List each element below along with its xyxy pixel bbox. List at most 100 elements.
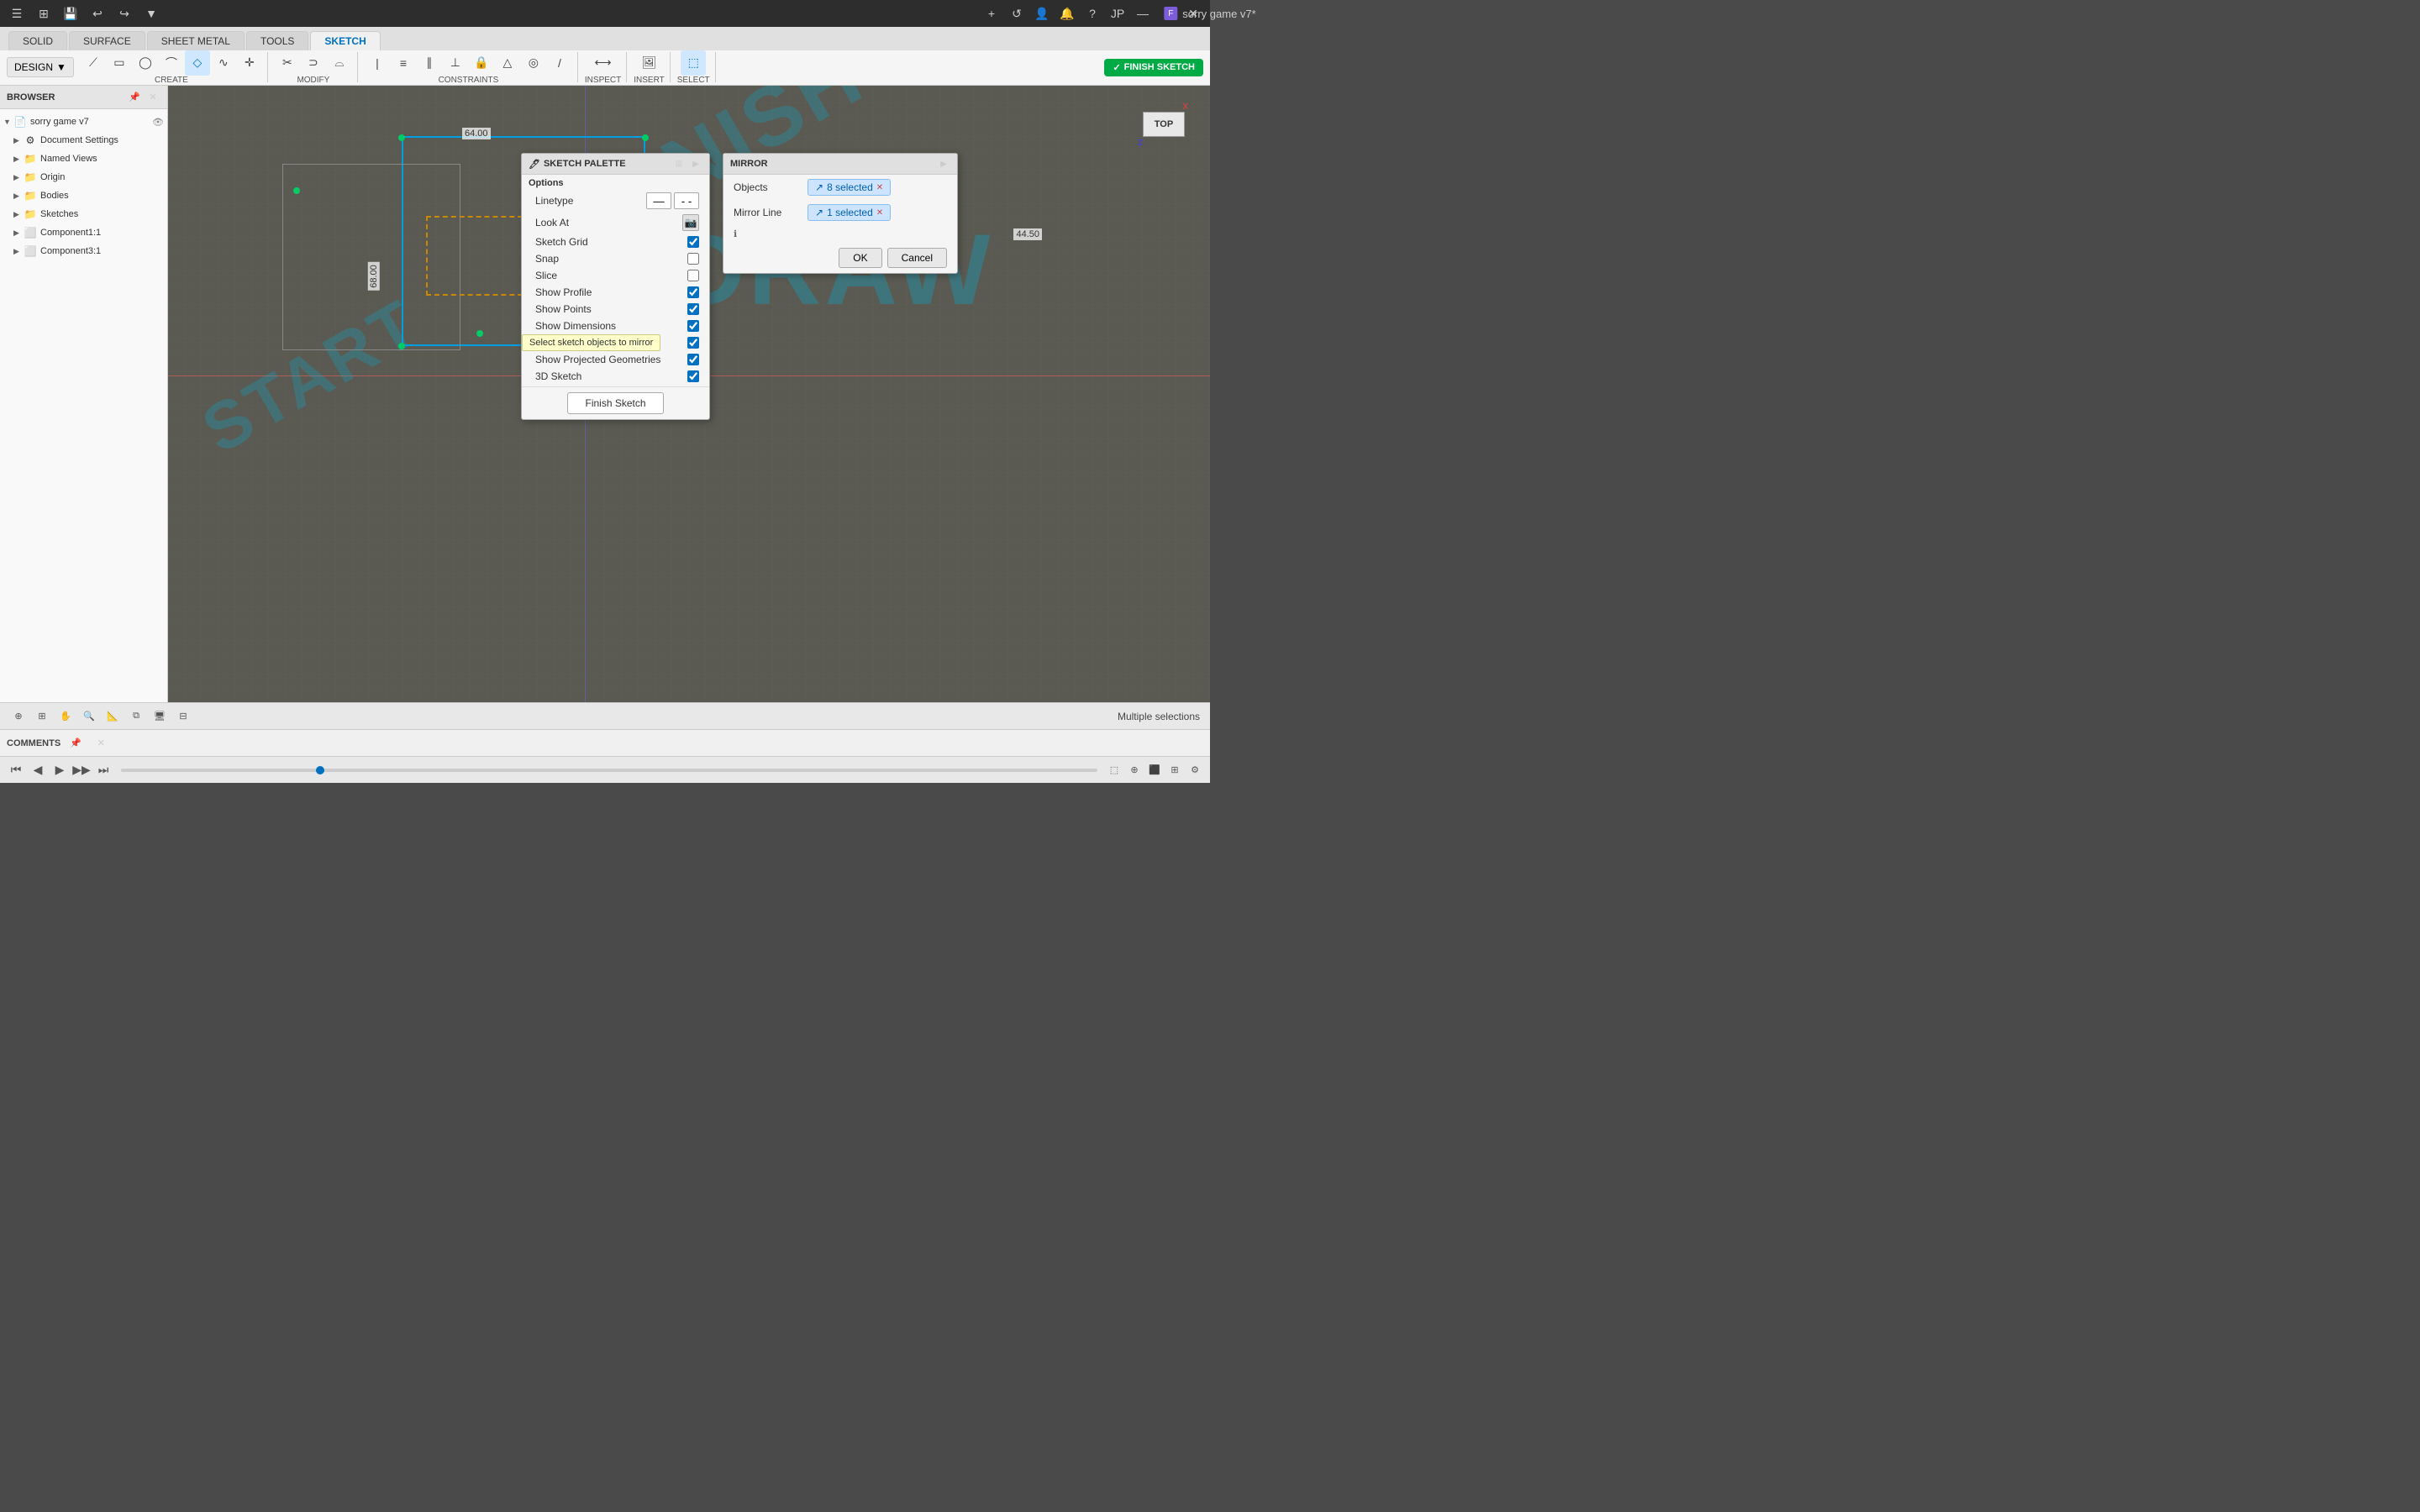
tree-item-named-views[interactable]: ▶ 📁 Named Views [0, 150, 167, 168]
tree-item-doc-settings[interactable]: ▶ ⚙ Document Settings [0, 131, 167, 150]
rect-tool-button[interactable]: ▭ [107, 50, 132, 76]
tree-item-component1[interactable]: ▶ ⬜ Component1:1 [0, 223, 167, 242]
showdimensions-checkbox[interactable] [687, 320, 699, 332]
bottom-tool-1[interactable]: ⬚ [1106, 762, 1123, 779]
showprofile-checkbox[interactable] [687, 286, 699, 298]
status-grid2-button[interactable]: ⊟ [175, 708, 192, 725]
sketchgrid-checkbox[interactable] [687, 236, 699, 248]
finish-sketch-palette-button[interactable]: Finish Sketch [567, 392, 663, 414]
status-hand-button[interactable]: ✋ [57, 708, 74, 725]
comments-pin-button[interactable]: 📌 [66, 733, 86, 753]
app-menu-button[interactable]: ☰ [7, 3, 27, 24]
status-layers-button[interactable]: ⧉ [128, 708, 145, 725]
grid-button[interactable]: ⊞ [34, 3, 54, 24]
mirror-ok-button[interactable]: OK [839, 248, 881, 268]
spline-tool-button[interactable]: ∿ [211, 50, 236, 76]
browser-pin-button[interactable]: 📌 [127, 90, 142, 105]
design-dropdown[interactable]: DESIGN ▼ [7, 57, 74, 77]
status-display-button[interactable]: 🖥 [151, 708, 168, 725]
notification-button[interactable]: 🔔 [1057, 3, 1077, 24]
tab-solid[interactable]: SOLID [8, 31, 67, 50]
linetype-dashed-button[interactable]: - - [674, 192, 699, 209]
visibility-icon[interactable]: 👁 [152, 117, 164, 128]
timeline[interactable] [121, 769, 1097, 772]
mirror-expand-button[interactable]: ▶ [937, 157, 950, 171]
user-button[interactable]: 👤 [1032, 3, 1052, 24]
tab-tools[interactable]: TOOLS [246, 31, 308, 50]
timeline-thumb[interactable] [316, 766, 324, 774]
palette-expand-button[interactable]: ⊞ [672, 157, 686, 171]
tree-item-component3[interactable]: ▶ ⬜ Component3:1 [0, 242, 167, 260]
extend-button[interactable]: ⊃ [301, 50, 326, 76]
fillet-button[interactable]: ⌓ [327, 50, 352, 76]
circle-tool-button[interactable]: ◯ [133, 50, 158, 76]
tab-sheet-metal[interactable]: SHEET METAL [147, 31, 245, 50]
tab-sketch[interactable]: SKETCH [310, 31, 380, 50]
insert-image-button[interactable]: 🖼 [637, 50, 662, 76]
parallel-button[interactable]: ∥ [417, 50, 442, 76]
arc-tool-button[interactable]: ⌒ [159, 50, 184, 76]
perp-button[interactable]: ⊥ [443, 50, 468, 76]
minimize-button[interactable]: — [1133, 3, 1153, 24]
profile-button[interactable]: JP [1107, 3, 1128, 24]
polygon-tool-button[interactable]: ◇ [185, 50, 210, 76]
help-button[interactable]: ? [1082, 3, 1102, 24]
tree-arrow-named-views[interactable]: ▶ [13, 155, 24, 164]
tree-item-sketches[interactable]: ▶ 📁 Sketches [0, 205, 167, 223]
slice-checkbox[interactable] [687, 270, 699, 281]
tree-arrow-component3[interactable]: ▶ [13, 247, 24, 256]
mirror-cancel-button[interactable]: Cancel [887, 248, 947, 268]
lookat-button[interactable]: 📷 [682, 214, 699, 231]
bottom-tool-settings[interactable]: ⚙ [1186, 762, 1203, 779]
tree-item-origin[interactable]: ▶ 📁 Origin [0, 168, 167, 186]
tree-arrow-doc-settings[interactable]: ▶ [13, 136, 24, 145]
tree-item-bodies[interactable]: ▶ 📁 Bodies [0, 186, 167, 205]
tree-arrow-root[interactable]: ▼ [3, 118, 13, 126]
playback-first-button[interactable]: ⏮ [7, 761, 25, 780]
add-tab-button[interactable]: + [981, 3, 1002, 24]
tree-arrow-origin[interactable]: ▶ [13, 173, 24, 182]
browser-close-button[interactable]: ✕ [145, 90, 160, 105]
tangent-button[interactable]: / [547, 50, 572, 76]
select-button[interactable]: ⬚ [681, 50, 706, 76]
finish-sketch-main-button[interactable]: ✓ FINISH SKETCH [1104, 59, 1203, 76]
playback-prev-button[interactable]: ◀ [29, 761, 47, 780]
cube-top-face[interactable]: TOP [1143, 112, 1185, 137]
tree-arrow-bodies[interactable]: ▶ [13, 192, 24, 201]
viewport[interactable]: FINISH START DRAW 64.00 44.50 68.00 X TO… [168, 86, 1210, 702]
dimension-button[interactable]: ⟷ [591, 50, 616, 76]
collinear-button[interactable]: ≡ [391, 50, 416, 76]
showprojected-checkbox[interactable] [687, 354, 699, 365]
triangle-button[interactable]: △ [495, 50, 520, 76]
playback-last-button[interactable]: ⏭ [94, 761, 113, 780]
bottom-tool-2[interactable]: ⊕ [1126, 762, 1143, 779]
showconstraints-checkbox[interactable] [687, 337, 699, 349]
status-select-button[interactable]: ⊕ [10, 708, 27, 725]
circle-c-button[interactable]: ◎ [521, 50, 546, 76]
tab-surface[interactable]: SURFACE [69, 31, 145, 50]
tree-arrow-sketches[interactable]: ▶ [13, 210, 24, 219]
mirror-line-clear-button[interactable]: ✕ [876, 208, 883, 218]
nav-cube[interactable]: X TOP Z [1134, 102, 1193, 170]
redo-button[interactable]: ↪ [114, 3, 134, 24]
lock-button[interactable]: 🔒 [469, 50, 494, 76]
bottom-tool-3[interactable]: ⬛ [1146, 762, 1163, 779]
snap-checkbox[interactable] [687, 253, 699, 265]
mirror-objects-clear-button[interactable]: ✕ [876, 183, 883, 192]
playback-play-button[interactable]: ▶ [50, 761, 69, 780]
save-button[interactable]: 💾 [60, 3, 81, 24]
tree-arrow-component1[interactable]: ▶ [13, 228, 24, 238]
palette-close-button[interactable]: ▶ [689, 157, 702, 171]
bottom-tool-4[interactable]: ⊞ [1166, 762, 1183, 779]
status-zoom-button[interactable]: 🔍 [81, 708, 97, 725]
tree-item-root[interactable]: ▼ 📄 sorry game v7 👁 [0, 113, 167, 131]
undo-button[interactable]: ↩ [87, 3, 108, 24]
linetype-solid-button[interactable]: — [646, 192, 671, 209]
comments-close-button[interactable]: ✕ [91, 733, 111, 753]
3dsketch-checkbox[interactable] [687, 370, 699, 382]
line-tool-button[interactable]: ⟋ [81, 50, 106, 76]
status-grid-button[interactable]: ⊞ [34, 708, 50, 725]
mirror-header[interactable]: MIRROR ▶ [723, 154, 957, 175]
showpoints-checkbox[interactable] [687, 303, 699, 315]
history-button[interactable]: ▼ [141, 3, 161, 24]
